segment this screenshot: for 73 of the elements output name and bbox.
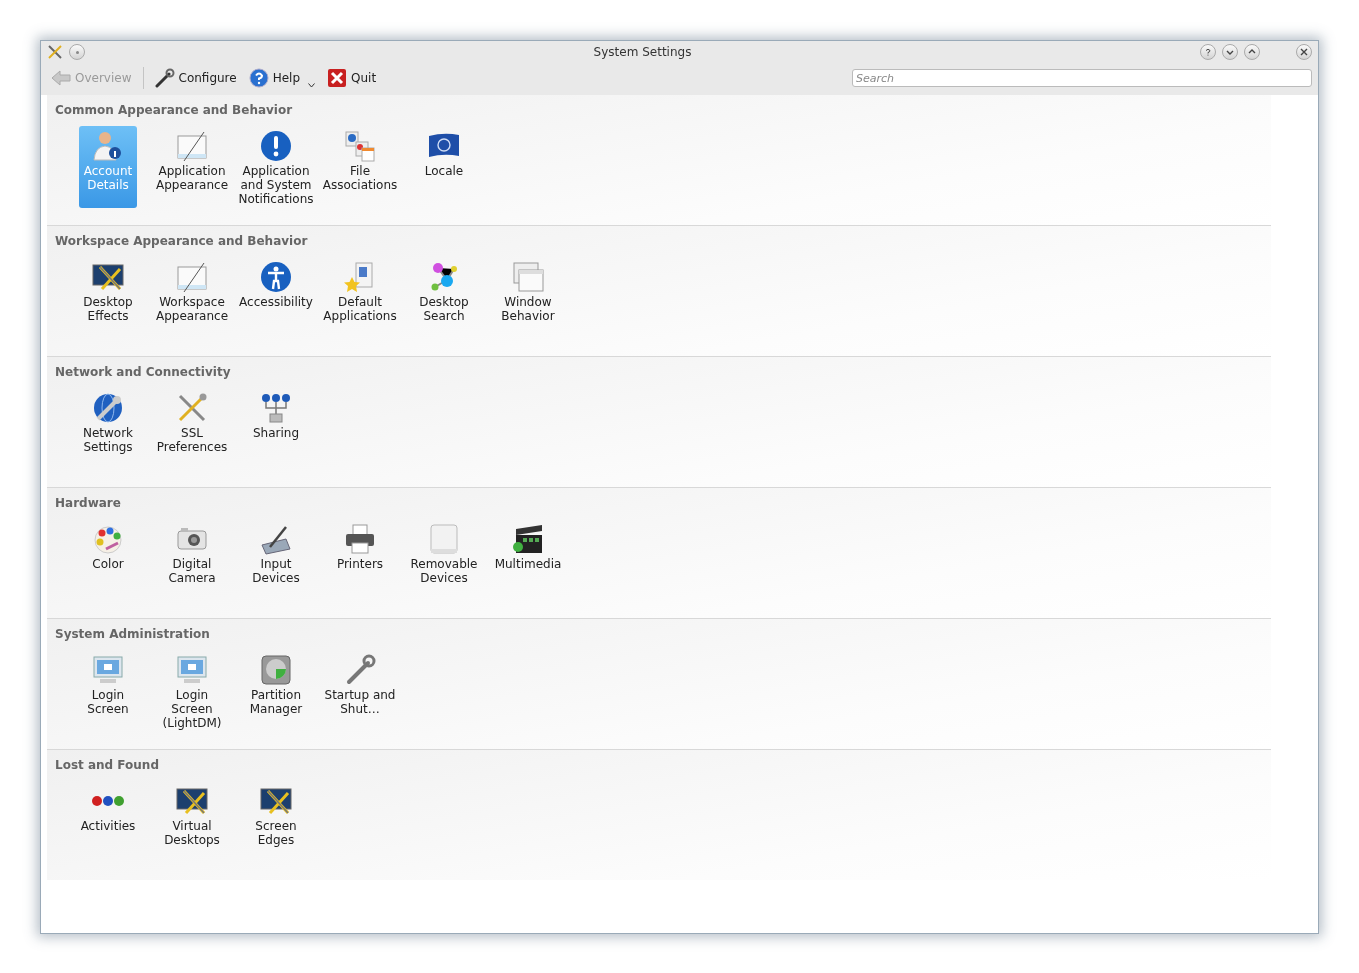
category-heading: System Administration — [54, 626, 211, 643]
settings-module-item[interactable]: Partition Manager — [234, 650, 318, 732]
printer-icon — [344, 523, 376, 555]
wrench-icon — [344, 654, 376, 686]
settings-module-item[interactable]: Digital Camera — [150, 519, 234, 587]
star-document-icon — [344, 261, 376, 293]
settings-module-item[interactable]: Application and System Notifications — [234, 126, 318, 208]
window-pen-icon — [176, 261, 208, 293]
colored-dots-icon — [92, 795, 124, 807]
category-heading: Workspace Appearance and Behavior — [54, 233, 309, 250]
settings-module-item[interactable]: Removable Devices — [402, 519, 486, 587]
settings-module-item[interactable]: Workspace Appearance — [150, 257, 234, 325]
clapperboard-icon — [512, 523, 544, 555]
wrench-icon — [154, 68, 175, 88]
settings-module-item[interactable]: Activities — [66, 781, 150, 849]
search-field[interactable]: Search — [852, 69, 1312, 87]
files-icon — [344, 130, 376, 162]
network-dots-icon — [260, 392, 292, 424]
category-heading: Network and Connectivity — [54, 364, 232, 381]
help-button[interactable] — [1200, 44, 1216, 60]
settings-module-item[interactable]: Desktop Effects — [66, 257, 150, 325]
window-title: System Settings — [592, 45, 693, 59]
settings-module-item[interactable]: Color — [66, 519, 150, 587]
accessibility-icon — [260, 261, 292, 293]
maximize-button[interactable] — [1244, 44, 1260, 60]
close-icon — [1300, 48, 1308, 56]
windows-icon — [512, 261, 544, 293]
settings-module-item[interactable]: Locale — [402, 126, 486, 208]
help-menu-button[interactable]: Help — [244, 66, 320, 90]
monitor-tools-icon — [92, 261, 124, 293]
monitor-icon — [176, 654, 208, 686]
category-heading: Lost and Found — [54, 757, 160, 774]
quit-button[interactable]: Quit — [323, 66, 381, 90]
monitor-tools-icon — [176, 785, 208, 817]
settings-module-item[interactable]: Login Screen (LightDM) — [150, 650, 234, 732]
category-heading: Common Appearance and Behavior — [54, 102, 294, 119]
minimize-button[interactable] — [1222, 44, 1238, 60]
settings-module-item[interactable]: SSL Preferences — [150, 388, 234, 456]
settings-module-item[interactable]: File Associations — [318, 126, 402, 208]
back-arrow-icon — [51, 69, 71, 87]
settings-module-item[interactable]: Login Screen — [66, 650, 150, 732]
settings-module-item[interactable]: Input Devices — [234, 519, 318, 587]
settings-module-item[interactable]: Virtual Desktops — [150, 781, 234, 849]
person-icon — [92, 130, 124, 162]
configure-button[interactable]: Configure — [150, 66, 241, 90]
close-icon — [327, 68, 348, 88]
settings-module-item[interactable]: Startup and Shut… — [318, 650, 402, 732]
monitor-icon — [92, 654, 124, 686]
monitor-tools-icon — [260, 785, 292, 817]
help-icon — [248, 68, 269, 88]
close-button[interactable] — [1296, 44, 1312, 60]
settings-module-item[interactable]: Window Behavior — [486, 257, 570, 325]
settings-module-item[interactable]: Accessibility — [234, 257, 318, 325]
tools-icon — [47, 44, 63, 60]
chevron-down-icon — [1226, 48, 1234, 56]
settings-module-item[interactable]: Multimedia — [486, 519, 570, 587]
exclamation-icon — [260, 130, 292, 162]
settings-module-item[interactable]: Printers — [318, 519, 402, 587]
drive-icon — [428, 523, 460, 555]
question-mark-icon — [1204, 48, 1212, 56]
settings-module-item[interactable]: Application Appearance — [150, 126, 234, 208]
globe-wrench-icon — [92, 392, 124, 424]
settings-module-item[interactable]: Desktop Search — [402, 257, 486, 325]
caret-icon — [308, 83, 316, 88]
window-pen-icon — [176, 130, 208, 162]
settings-module-item[interactable]: Network Settings — [66, 388, 150, 456]
settings-module-item[interactable]: Screen Edges — [234, 781, 318, 849]
chevron-up-icon — [1248, 48, 1256, 56]
settings-module-item[interactable]: Sharing — [234, 388, 318, 456]
palette-icon — [92, 523, 124, 555]
tools-icon — [176, 392, 208, 424]
category-heading: Hardware — [54, 495, 122, 512]
settings-module-item[interactable]: Default Applications — [318, 257, 402, 325]
